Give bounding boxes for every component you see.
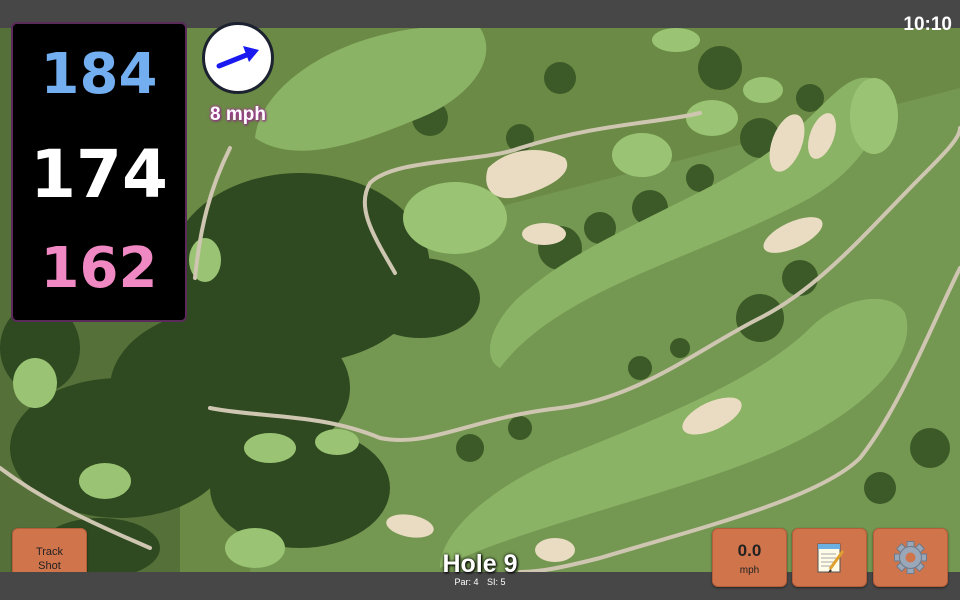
notes-button[interactable] [792,528,867,587]
wind-direction-indicator [202,22,274,94]
settings-button[interactable] [873,528,948,587]
hole-par: Par: 4 [454,577,479,587]
notepad-icon [817,543,845,573]
track-shot-label-line1: Track [35,546,64,558]
middle-distance: 174 [30,136,168,213]
gear-icon [894,541,927,574]
distance-panel: 184 174 162 [11,22,187,322]
front-distance: 162 [40,236,158,301]
speed-button[interactable]: 0.0 mph [712,528,787,587]
clock-time: 10:10 [903,14,952,35]
speed-value: 0.0 [737,541,762,560]
speed-unit: mph [739,565,760,576]
wind-speed-label: 8 mph [210,104,266,125]
hole-stroke-index: SI: 5 [487,577,506,587]
hole-info: Par: 4 SI: 5 [380,577,580,587]
wind-arrow-icon [216,46,259,69]
track-shot-label-line2: Shot [38,560,61,572]
hole-title: Hole 9 [442,550,518,578]
back-distance: 184 [40,42,158,107]
